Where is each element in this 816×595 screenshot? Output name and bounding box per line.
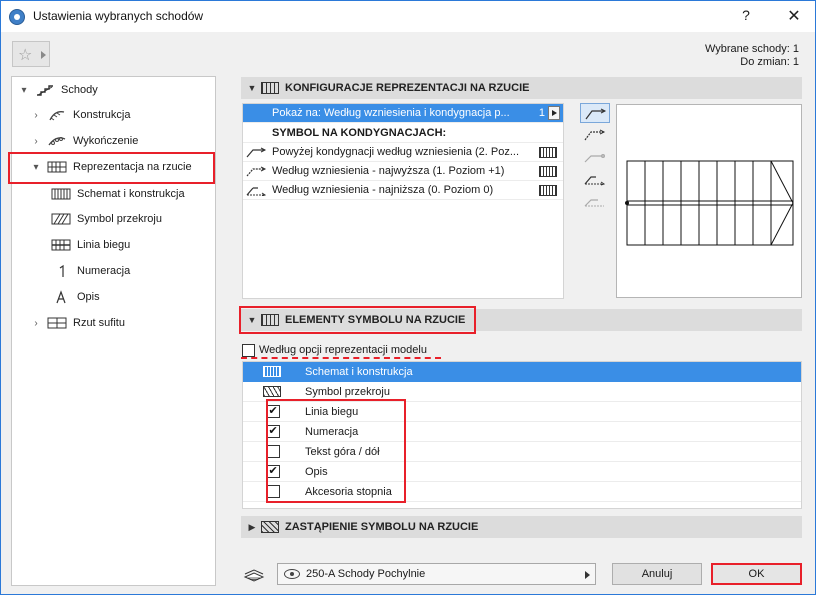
tree-item-konstrukcja[interactable]: › Konstrukcja [31, 104, 130, 126]
chevron-right-icon [585, 571, 590, 579]
mode-highest-button[interactable] [580, 125, 610, 145]
scheme-icon [539, 146, 557, 158]
element-row-schemat[interactable]: Schemat i konstrukcja [243, 362, 801, 382]
cancel-button[interactable]: Anuluj [612, 563, 702, 585]
favorites-button[interactable]: ☆ [12, 41, 50, 67]
tree-item-schemat-i-konstrukcja[interactable]: Schemat i konstrukcja [51, 183, 185, 205]
override-section-header[interactable]: ▶ ZASTĄPIENIE SYMBOLU NA RZUCIE [241, 516, 802, 538]
config-row-label: Według wzniesienia - najwyższa (1. Pozio… [272, 165, 505, 177]
title-bar: Ustawienia wybranych schodów ? ✕ [1, 1, 815, 32]
structure-icon [47, 108, 67, 122]
tree-item-opis[interactable]: Opis [51, 286, 100, 308]
tree-label: Schody [61, 84, 98, 96]
mode-above-button[interactable] [580, 103, 610, 123]
walking-line-icon [51, 238, 71, 252]
stair-plan-drawing [625, 160, 794, 246]
mode-middle-button[interactable] [580, 147, 610, 167]
override-icon [261, 521, 279, 533]
ok-button[interactable]: OK [711, 563, 802, 585]
section-title: ZASTĄPIENIE SYMBOLU NA RZUCIE [285, 521, 479, 533]
tree-item-rzut-sufitu[interactable]: › Rzut sufitu [31, 312, 125, 334]
layer-icon [243, 568, 265, 582]
show-on-count: 1 [538, 107, 545, 119]
mode-below-button[interactable] [580, 191, 610, 211]
callout-checkbox-group [266, 399, 406, 503]
layer-select-value: 250-A Schody Pochylnie [306, 568, 426, 580]
cut-symbol-icon [263, 386, 281, 397]
mode-lowest-button[interactable] [580, 169, 610, 189]
config-row-above[interactable]: Powyżej kondygnacji według wzniesienia (… [243, 143, 563, 162]
highest-icon [246, 165, 270, 177]
help-button[interactable]: ? [734, 7, 758, 27]
tree-label: Rzut sufitu [73, 317, 125, 329]
chevron-right-icon[interactable] [548, 106, 560, 120]
callout-elements-header [239, 306, 476, 334]
tree-item-wykonczenie[interactable]: › Wykończenie [31, 130, 138, 152]
cut-symbol-icon [51, 212, 71, 226]
model-option-row[interactable]: Według opcji reprezentacji modelu [242, 342, 427, 358]
view-mode-strip [580, 103, 610, 223]
element-label: Schemat i konstrukcja [305, 365, 413, 378]
element-label: Symbol przekroju [305, 385, 390, 398]
symbol-header-row: SYMBOL NA KONDYGNACJACH: [243, 124, 563, 143]
scheme-icon [51, 187, 71, 201]
chevron-right-icon[interactable]: ▶ [243, 522, 261, 533]
lowest-icon [246, 184, 270, 197]
close-button[interactable]: ✕ [782, 6, 806, 28]
model-option-checkbox[interactable] [242, 343, 255, 357]
chevron-down-icon[interactable]: ▾ [19, 85, 29, 96]
tree-item-numeracja[interactable]: Numeracja [51, 260, 130, 282]
show-on-label: Pokaż na: Według wzniesienia i kondygnac… [272, 107, 510, 119]
tree-item-symbol-przekroju[interactable]: Symbol przekroju [51, 208, 162, 230]
layer-select[interactable]: 250-A Schody Pochylnie [277, 563, 596, 585]
star-icon: ☆ [18, 47, 33, 64]
config-row-label: Według wzniesienia - najniższa (0. Pozio… [272, 184, 494, 196]
config-section-header[interactable]: ▼ KONFIGURACJE REPREZENTACJI NA RZUCIE [241, 77, 802, 99]
chevron-down-icon[interactable]: ▼ [243, 83, 261, 93]
description-icon [51, 290, 71, 304]
above-story-icon [246, 146, 270, 158]
cut-symbol-icon [539, 184, 557, 196]
scheme-icon [263, 366, 281, 377]
show-on-row[interactable]: Pokaż na: Według wzniesienia i kondygnac… [243, 104, 563, 123]
tree-item-linia-biegu[interactable]: Linia biegu [51, 234, 130, 256]
to-change-count: Do zmian: 1 [740, 56, 799, 68]
scheme-icon [539, 165, 557, 177]
tree-label: Schemat i konstrukcja [77, 188, 185, 200]
tree-label: Wykończenie [73, 135, 139, 147]
numbering-icon [51, 264, 71, 278]
chevron-right-icon [41, 51, 46, 59]
app-icon [9, 9, 25, 25]
model-option-label: Według opcji reprezentacji modelu [259, 344, 427, 356]
eye-icon [284, 569, 300, 579]
dialog-window: Ustawienia wybranych schodów ? ✕ ☆ Wybra… [0, 0, 816, 595]
tree-label: Symbol przekroju [77, 213, 162, 225]
config-row-highest[interactable]: Według wzniesienia - najwyższa (1. Pozio… [243, 162, 563, 181]
callout-model-option-underline [241, 357, 441, 359]
tree-label: Numeracja [77, 265, 131, 277]
chevron-right-icon[interactable]: › [31, 136, 41, 147]
finish-icon [47, 134, 67, 148]
config-row-lowest[interactable]: Według wzniesienia - najniższa (0. Pozio… [243, 181, 563, 200]
section-title: KONFIGURACJE REPREZENTACJI NA RZUCIE [285, 82, 530, 94]
config-row-label: Powyżej kondygnacji według wzniesienia (… [272, 146, 520, 158]
tree-label: Opis [77, 291, 100, 303]
config-list: Pokaż na: Według wzniesienia i kondygnac… [242, 103, 564, 299]
selected-count: Wybrane schody: 1 [704, 43, 799, 55]
stair-preview [616, 104, 802, 298]
tree-label: Linia biegu [77, 239, 131, 251]
selection-info: Wybrane schody: 1 Do zmian: 1 [705, 43, 799, 69]
ceiling-plan-icon [47, 316, 67, 330]
floor-plan-icon [261, 82, 279, 94]
callout-tree-selection [8, 152, 215, 184]
chevron-right-icon[interactable]: › [31, 110, 41, 121]
tree-item-schody[interactable]: ▾ Schody [19, 79, 98, 101]
stair-icon [35, 83, 55, 97]
tree-label: Konstrukcja [73, 109, 131, 121]
window-title: Ustawienia wybranych schodów [33, 9, 204, 23]
chevron-right-icon[interactable]: › [31, 318, 41, 329]
symbol-header-label: SYMBOL NA KONDYGNACJACH: [272, 127, 447, 139]
